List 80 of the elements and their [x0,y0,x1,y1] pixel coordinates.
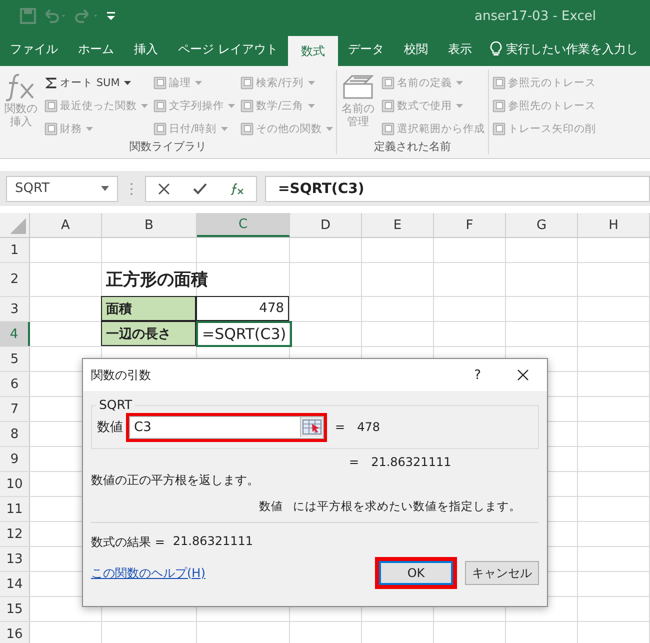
group-label: 関数ライブラリ [128,139,208,154]
equals-sign: = [349,455,360,469]
cancel-icon[interactable] [158,182,170,194]
dialog-button[interactable]: OK [379,561,453,585]
name-box[interactable]: SQRT [6,176,118,202]
label-cell: 一辺の長さ [101,321,196,346]
argument-description: には平方根を求めたい数値を指定します。 [293,499,521,513]
group-label: 定義された名前 [373,139,452,154]
number-cell: 478 [196,296,289,321]
insert-function-icon[interactable] [230,182,244,194]
row-header[interactable]: 12 [0,522,30,546]
ribbon-tab[interactable]: 数式 [288,36,338,66]
column-header[interactable]: F [434,213,506,237]
dialog-title: 関数の引数 [91,366,151,384]
editing-cell: =SQRT(C3) [196,321,292,347]
row-header[interactable]: 2 [0,263,30,296]
function-result: 21.86321111 [371,455,452,469]
row-header[interactable]: 4 [0,322,30,346]
row-header[interactable]: 8 [0,422,30,446]
range-picker-icon[interactable] [300,417,323,437]
ribbon-tab[interactable]: ファイル [0,32,68,66]
formula-field[interactable]: =SQRT(C3) [265,176,650,202]
row-header[interactable]: 15 [0,597,30,621]
lightbulb-icon [490,41,502,57]
ribbon-tab[interactable]: 表示 [438,32,482,66]
caret-icon [220,126,228,130]
ribbon-tab[interactable]: ホーム [68,32,124,66]
column-header[interactable]: D [290,213,362,237]
drag-handle-icon[interactable] [130,182,133,196]
equals-sign: = [335,420,346,434]
row-header[interactable]: 5 [0,347,30,371]
caret-icon [228,104,235,108]
sheet-title: 正方形の面積 [105,269,209,292]
window-title: anser17-03 - Excel [474,8,596,24]
caret-icon [308,80,315,84]
argument-name: 数値 [259,499,283,513]
row-header[interactable]: 14 [0,572,30,596]
ribbon-tab[interactable]: 挿入 [124,32,168,66]
caret-icon [141,104,148,108]
formula-result-label: 数式の結果 = [91,534,165,551]
checkmark-icon[interactable] [192,182,207,194]
tell-me-field[interactable]: 実行したい作業を入力し [506,40,638,58]
ribbon-button[interactable]: オート SUM [44,72,148,93]
dialog-button[interactable]: キャンセル [465,561,539,585]
caret-icon [456,104,463,108]
formula-result-value: 21.86321111 [172,534,254,550]
row-header[interactable]: 3 [0,297,30,321]
input-field[interactable]: C3 [129,416,324,438]
row-header[interactable]: 16 [0,622,30,643]
row-header[interactable]: 7 [0,397,30,421]
column-header[interactable]: G [506,213,578,237]
column-header[interactable]: H [578,213,650,237]
help-link[interactable]: この関数のヘルプ(H) [91,564,206,582]
ribbon-tab[interactable]: データ [338,32,394,66]
customize-icon[interactable] [106,10,116,22]
sigma-icon [44,76,58,90]
argument-label: 数値 [97,419,123,436]
row-header[interactable]: 1 [0,238,30,262]
caret-icon [308,104,315,108]
close-icon[interactable] [517,369,529,381]
caret-icon [195,80,202,84]
help-button[interactable]: ? [474,368,481,382]
label-cell: 面積 [101,296,196,321]
ribbon-tab[interactable]: 校閲 [394,32,438,66]
row-header[interactable]: 11 [0,497,30,521]
row-header[interactable]: 6 [0,372,30,396]
argument-result: 478 [357,420,380,434]
caret-icon [124,80,131,84]
column-header[interactable]: A [30,213,102,237]
caret-icon [86,126,93,130]
column-header[interactable]: E [362,213,434,237]
column-header[interactable]: C [197,213,290,237]
ribbon-tab[interactable]: ページ レイアウト [168,32,288,66]
function-description: 数値の正の平方根を返します。 [91,472,260,489]
row-header[interactable]: 10 [0,472,30,496]
row-header[interactable]: 13 [0,547,30,571]
row-header[interactable]: 9 [0,447,30,471]
caret-icon [326,126,333,130]
caret-icon [456,80,463,84]
function-name: SQRT [96,397,136,412]
